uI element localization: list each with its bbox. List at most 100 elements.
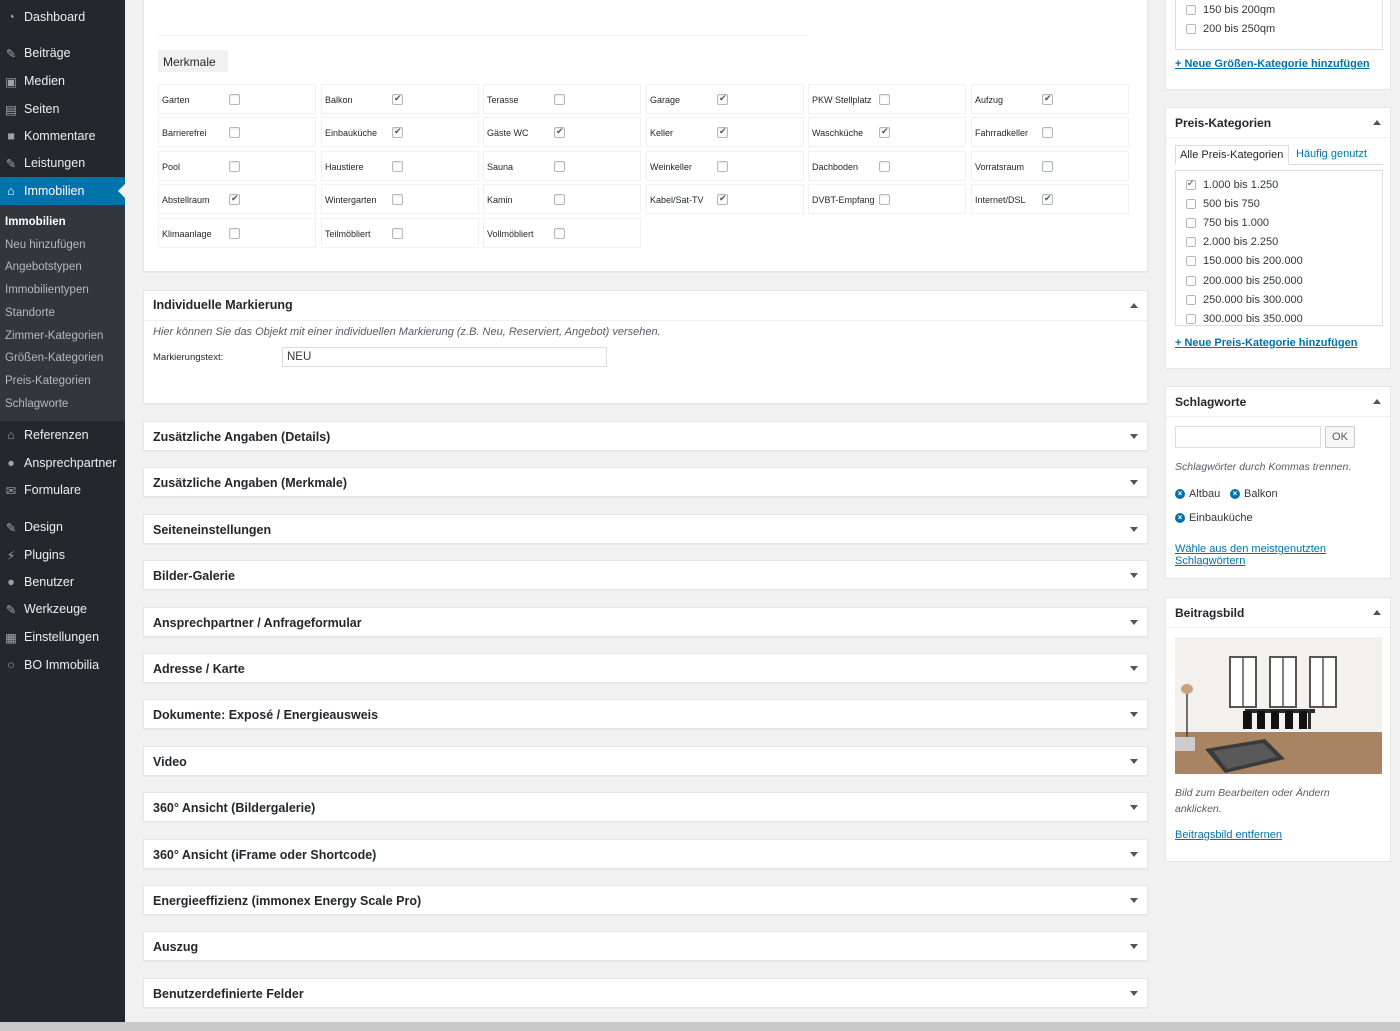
menu-item-bo-immobilia[interactable]: ○ BO Immobilia: [0, 651, 125, 679]
featured-image[interactable]: [1175, 637, 1382, 774]
postbox-panel[interactable]: Bilder-Galerie: [143, 560, 1148, 591]
preis-title[interactable]: Preis-Kategorien: [1175, 116, 1271, 130]
expand-arrow-icon[interactable]: [1130, 851, 1138, 857]
category-checkbox[interactable]: [1186, 237, 1196, 248]
remove-featured-image-link[interactable]: Beitragsbild entfernen: [1175, 829, 1282, 841]
merkmal-checkbox[interactable]: [392, 93, 403, 105]
menu-item-design[interactable]: ✎ Design: [0, 513, 125, 541]
merkmal-checkbox[interactable]: [1042, 127, 1053, 138]
submenu-item[interactable]: Immobilientypen: [5, 284, 89, 296]
menu-item-plugins[interactable]: ⚡ Plugins: [0, 541, 125, 569]
postbox-panel[interactable]: 360° Ansicht (iFrame oder Shortcode): [143, 838, 1148, 869]
panel-title[interactable]: Bilder-Galerie: [153, 569, 235, 583]
expand-arrow-icon[interactable]: [1130, 758, 1138, 764]
remove-tag-icon[interactable]: ×: [1230, 489, 1240, 499]
panel-title[interactable]: Zusätzliche Angaben (Merkmale): [153, 476, 347, 490]
merkmal-checkbox[interactable]: [717, 93, 728, 105]
ok-button[interactable]: OK: [1325, 426, 1355, 448]
menu-item-beitr-ge[interactable]: ✎ Beiträge: [0, 39, 125, 67]
merkmal-checkbox[interactable]: [554, 126, 565, 138]
merkmal-checkbox[interactable]: [554, 228, 565, 239]
markierung-input[interactable]: NEU: [282, 347, 607, 367]
merkmal-checkbox[interactable]: [229, 127, 240, 138]
schlagworte-title[interactable]: Schlagworte: [1175, 395, 1246, 409]
menu-item-referenzen[interactable]: ⌂ Referenzen: [0, 421, 125, 449]
collapse-arrow-icon[interactable]: [1130, 303, 1138, 308]
tab-all-preis[interactable]: Alle Preis-Kategorien: [1175, 145, 1289, 165]
panel-title[interactable]: Seiteneinstellungen: [153, 523, 271, 537]
markierung-title[interactable]: Individuelle Markierung: [153, 298, 293, 312]
merkmal-checkbox[interactable]: [1042, 161, 1053, 172]
expand-arrow-icon[interactable]: [1130, 526, 1138, 532]
postbox-panel[interactable]: Benutzerdefinierte Felder: [143, 977, 1148, 1008]
submenu-item[interactable]: Schlagworte: [5, 398, 68, 410]
merkmal-checkbox[interactable]: [1042, 193, 1053, 205]
panel-title[interactable]: Benutzerdefinierte Felder: [153, 987, 304, 1001]
merkmal-checkbox[interactable]: [879, 194, 890, 205]
menu-item-medien[interactable]: ▣ Medien: [0, 67, 125, 95]
postbox-panel[interactable]: Zusätzliche Angaben (Merkmale): [143, 467, 1148, 498]
collapse-arrow-icon[interactable]: [1373, 399, 1381, 404]
postbox-panel[interactable]: Auszug: [143, 931, 1148, 962]
expand-arrow-icon[interactable]: [1130, 805, 1138, 811]
menu-item-leistungen[interactable]: ✎ Leistungen: [0, 149, 125, 177]
tab-merkmale[interactable]: Merkmale: [158, 50, 228, 72]
beitragsbild-title[interactable]: Beitragsbild: [1175, 606, 1244, 620]
category-option[interactable]: 2.000 bis 2.250: [1186, 236, 1278, 248]
category-option[interactable]: 150 bis 200qm: [1186, 4, 1275, 16]
merkmal-checkbox[interactable]: [392, 194, 403, 205]
menu-item-werkzeuge[interactable]: ✎ Werkzeuge: [0, 595, 125, 623]
expand-arrow-icon[interactable]: [1130, 619, 1138, 625]
postbox-panel[interactable]: Video: [143, 745, 1148, 776]
submenu-item[interactable]: Preis-Kategorien: [5, 375, 91, 387]
merkmal-checkbox[interactable]: [879, 126, 890, 138]
panel-title[interactable]: 360° Ansicht (iFrame oder Shortcode): [153, 848, 376, 862]
remove-tag-icon[interactable]: ×: [1175, 513, 1185, 523]
category-option[interactable]: 200 bis 250qm: [1186, 23, 1275, 35]
menu-item-ansprechpartner[interactable]: ● Ansprechpartner: [0, 449, 125, 477]
menu-item-kommentare[interactable]: ■ Kommentare: [0, 122, 125, 150]
submenu-item[interactable]: Zimmer-Kategorien: [5, 330, 103, 342]
merkmal-checkbox[interactable]: [392, 161, 403, 172]
expand-arrow-icon[interactable]: [1130, 480, 1138, 486]
menu-item-einstellungen[interactable]: ▦ Einstellungen: [0, 623, 125, 651]
category-option[interactable]: 150.000 bis 200.000: [1186, 255, 1303, 267]
merkmal-checkbox[interactable]: [717, 193, 728, 205]
expand-arrow-icon[interactable]: [1130, 434, 1138, 439]
panel-title[interactable]: Adresse / Karte: [153, 662, 245, 676]
menu-item-formulare[interactable]: ✉ Formulare: [0, 476, 125, 504]
panel-title[interactable]: 360° Ansicht (Bildergalerie): [153, 801, 315, 815]
category-checkbox[interactable]: [1186, 256, 1196, 267]
merkmal-checkbox[interactable]: [554, 94, 565, 105]
merkmal-checkbox[interactable]: [554, 194, 565, 205]
postbox-panel[interactable]: Zusätzliche Angaben (Details): [143, 421, 1148, 451]
submenu-item[interactable]: Neu hinzufügen: [5, 239, 86, 251]
merkmal-checkbox[interactable]: [392, 228, 403, 239]
expand-arrow-icon[interactable]: [1130, 573, 1138, 579]
submenu-item[interactable]: Angebotstypen: [5, 261, 82, 273]
menu-item-dashboard[interactable]: ◔ Dashboard: [0, 3, 125, 31]
merkmal-checkbox[interactable]: [717, 161, 728, 172]
panel-title[interactable]: Ansprechpartner / Anfrageformular: [153, 616, 362, 630]
menu-item-immobilien[interactable]: ⌂ Immobilien: [0, 177, 125, 205]
category-checkbox[interactable]: [1186, 294, 1196, 305]
collapse-arrow-icon[interactable]: [1373, 610, 1381, 615]
category-checkbox[interactable]: [1186, 275, 1196, 286]
collapse-arrow-icon[interactable]: [1373, 120, 1381, 125]
submenu-item[interactable]: Größen-Kategorien: [5, 352, 103, 364]
choose-tags-link-2[interactable]: Schlagwörtern: [1175, 555, 1245, 567]
category-checkbox[interactable]: [1186, 5, 1196, 15]
postbox-panel[interactable]: Dokumente: Exposé / Energieausweis: [143, 699, 1148, 730]
menu-item-benutzer[interactable]: ● Benutzer: [0, 568, 125, 596]
menu-item-seiten[interactable]: ▤ Seiten: [0, 95, 125, 123]
expand-arrow-icon[interactable]: [1130, 712, 1138, 718]
postbox-panel[interactable]: Ansprechpartner / Anfrageformular: [143, 606, 1148, 637]
postbox-panel[interactable]: Seiteneinstellungen: [143, 513, 1148, 544]
postbox-panel[interactable]: 360° Ansicht (Bildergalerie): [143, 792, 1148, 823]
panel-title[interactable]: Video: [153, 755, 187, 769]
merkmal-checkbox[interactable]: [392, 126, 403, 138]
expand-arrow-icon[interactable]: [1130, 666, 1138, 671]
submenu-item[interactable]: Standorte: [5, 307, 55, 319]
expand-arrow-icon[interactable]: [1130, 898, 1138, 903]
merkmal-checkbox[interactable]: [1042, 93, 1053, 105]
